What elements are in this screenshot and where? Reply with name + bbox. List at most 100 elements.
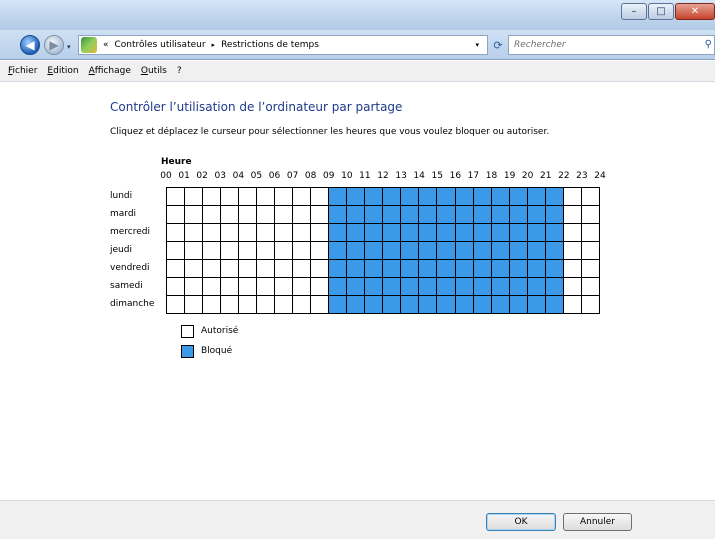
hour-cell[interactable]: [544, 223, 564, 242]
hour-cell[interactable]: [292, 205, 312, 224]
menu-help[interactable]: ?: [177, 66, 182, 76]
refresh-button[interactable]: ⟳: [490, 35, 506, 55]
hour-cell[interactable]: [184, 259, 204, 278]
hour-cell[interactable]: [256, 241, 276, 260]
hour-cell[interactable]: [274, 241, 294, 260]
hour-cell[interactable]: [418, 223, 438, 242]
hour-cell[interactable]: [202, 295, 222, 314]
hour-cell[interactable]: [364, 205, 384, 224]
hour-cell[interactable]: [220, 295, 240, 314]
hour-cell[interactable]: [472, 295, 492, 314]
hour-cell[interactable]: [472, 277, 492, 296]
hour-cell[interactable]: [256, 187, 276, 206]
hour-cell[interactable]: [580, 223, 601, 242]
hour-cell[interactable]: [400, 187, 420, 206]
hour-cell[interactable]: [328, 187, 348, 206]
hour-cell[interactable]: [346, 223, 366, 242]
forward-button[interactable]: ▶: [44, 35, 64, 55]
hour-cell[interactable]: [202, 223, 222, 242]
hour-cell[interactable]: [400, 277, 420, 296]
hour-cell[interactable]: [310, 205, 330, 224]
hour-cell[interactable]: [256, 205, 276, 224]
hour-cell[interactable]: [364, 277, 384, 296]
hour-cell[interactable]: [238, 295, 258, 314]
hour-cell[interactable]: [274, 205, 294, 224]
hour-cell[interactable]: [328, 241, 348, 260]
hour-cell[interactable]: [165, 259, 186, 278]
hour-cell[interactable]: [436, 223, 456, 242]
hour-cell[interactable]: [562, 259, 582, 278]
hour-cell[interactable]: [202, 259, 222, 278]
hour-cell[interactable]: [292, 223, 312, 242]
hour-cell[interactable]: [202, 187, 222, 206]
hour-cell[interactable]: [544, 187, 564, 206]
hour-cell[interactable]: [436, 241, 456, 260]
hour-cell[interactable]: [238, 205, 258, 224]
hour-cell[interactable]: [580, 295, 601, 314]
hour-cell[interactable]: [202, 205, 222, 224]
hour-cell[interactable]: [165, 277, 186, 296]
hour-cell[interactable]: [490, 277, 510, 296]
search-icon[interactable]: ⚲: [705, 39, 712, 50]
hour-cell[interactable]: [526, 295, 546, 314]
hour-cell[interactable]: [400, 223, 420, 242]
hour-cell[interactable]: [580, 277, 601, 296]
hour-cell[interactable]: [472, 205, 492, 224]
close-button[interactable]: ✕: [675, 3, 715, 20]
hour-cell[interactable]: [382, 205, 402, 224]
hour-cell[interactable]: [328, 205, 348, 224]
hour-cell[interactable]: [508, 187, 528, 206]
hour-cell[interactable]: [346, 187, 366, 206]
hour-cell[interactable]: [580, 205, 601, 224]
hour-cell[interactable]: [274, 295, 294, 314]
hour-cell[interactable]: [580, 259, 601, 278]
hour-cell[interactable]: [346, 241, 366, 260]
hour-cell[interactable]: [418, 259, 438, 278]
menu-edition[interactable]: Edition: [47, 66, 78, 76]
hour-cell[interactable]: [544, 205, 564, 224]
hour-cell[interactable]: [256, 295, 276, 314]
hour-cell[interactable]: [382, 277, 402, 296]
hour-cell[interactable]: [472, 259, 492, 278]
hour-cell[interactable]: [292, 241, 312, 260]
hour-cell[interactable]: [292, 187, 312, 206]
hour-cell[interactable]: [382, 241, 402, 260]
hour-cell[interactable]: [526, 241, 546, 260]
address-dropdown-icon[interactable]: ▾: [475, 41, 479, 49]
hour-cell[interactable]: [238, 277, 258, 296]
time-grid[interactable]: [165, 187, 601, 314]
hour-cell[interactable]: [202, 277, 222, 296]
hour-cell[interactable]: [165, 241, 186, 260]
hour-cell[interactable]: [436, 277, 456, 296]
hour-cell[interactable]: [580, 241, 601, 260]
breadcrumb-user-controls[interactable]: Contrôles utilisateur: [115, 40, 206, 50]
menu-affichage[interactable]: Affichage: [89, 66, 131, 76]
hour-cell[interactable]: [256, 277, 276, 296]
hour-cell[interactable]: [436, 295, 456, 314]
hour-cell[interactable]: [382, 295, 402, 314]
hour-cell[interactable]: [562, 187, 582, 206]
hour-cell[interactable]: [490, 259, 510, 278]
hour-cell[interactable]: [328, 259, 348, 278]
hour-cell[interactable]: [490, 223, 510, 242]
hour-cell[interactable]: [328, 295, 348, 314]
hour-cell[interactable]: [220, 259, 240, 278]
hour-cell[interactable]: [184, 241, 204, 260]
hour-cell[interactable]: [346, 259, 366, 278]
hour-cell[interactable]: [238, 241, 258, 260]
hour-cell[interactable]: [454, 205, 474, 224]
hour-cell[interactable]: [220, 187, 240, 206]
hour-cell[interactable]: [400, 259, 420, 278]
hour-cell[interactable]: [544, 259, 564, 278]
hour-cell[interactable]: [346, 277, 366, 296]
hour-cell[interactable]: [310, 223, 330, 242]
menu-fichier[interactable]: Fichier: [8, 66, 37, 76]
hour-cell[interactable]: [472, 223, 492, 242]
hour-cell[interactable]: [238, 259, 258, 278]
hour-cell[interactable]: [544, 295, 564, 314]
hour-cell[interactable]: [292, 277, 312, 296]
breadcrumb-overflow[interactable]: «: [103, 40, 109, 50]
hour-cell[interactable]: [364, 295, 384, 314]
hour-cell[interactable]: [364, 259, 384, 278]
hour-cell[interactable]: [472, 241, 492, 260]
